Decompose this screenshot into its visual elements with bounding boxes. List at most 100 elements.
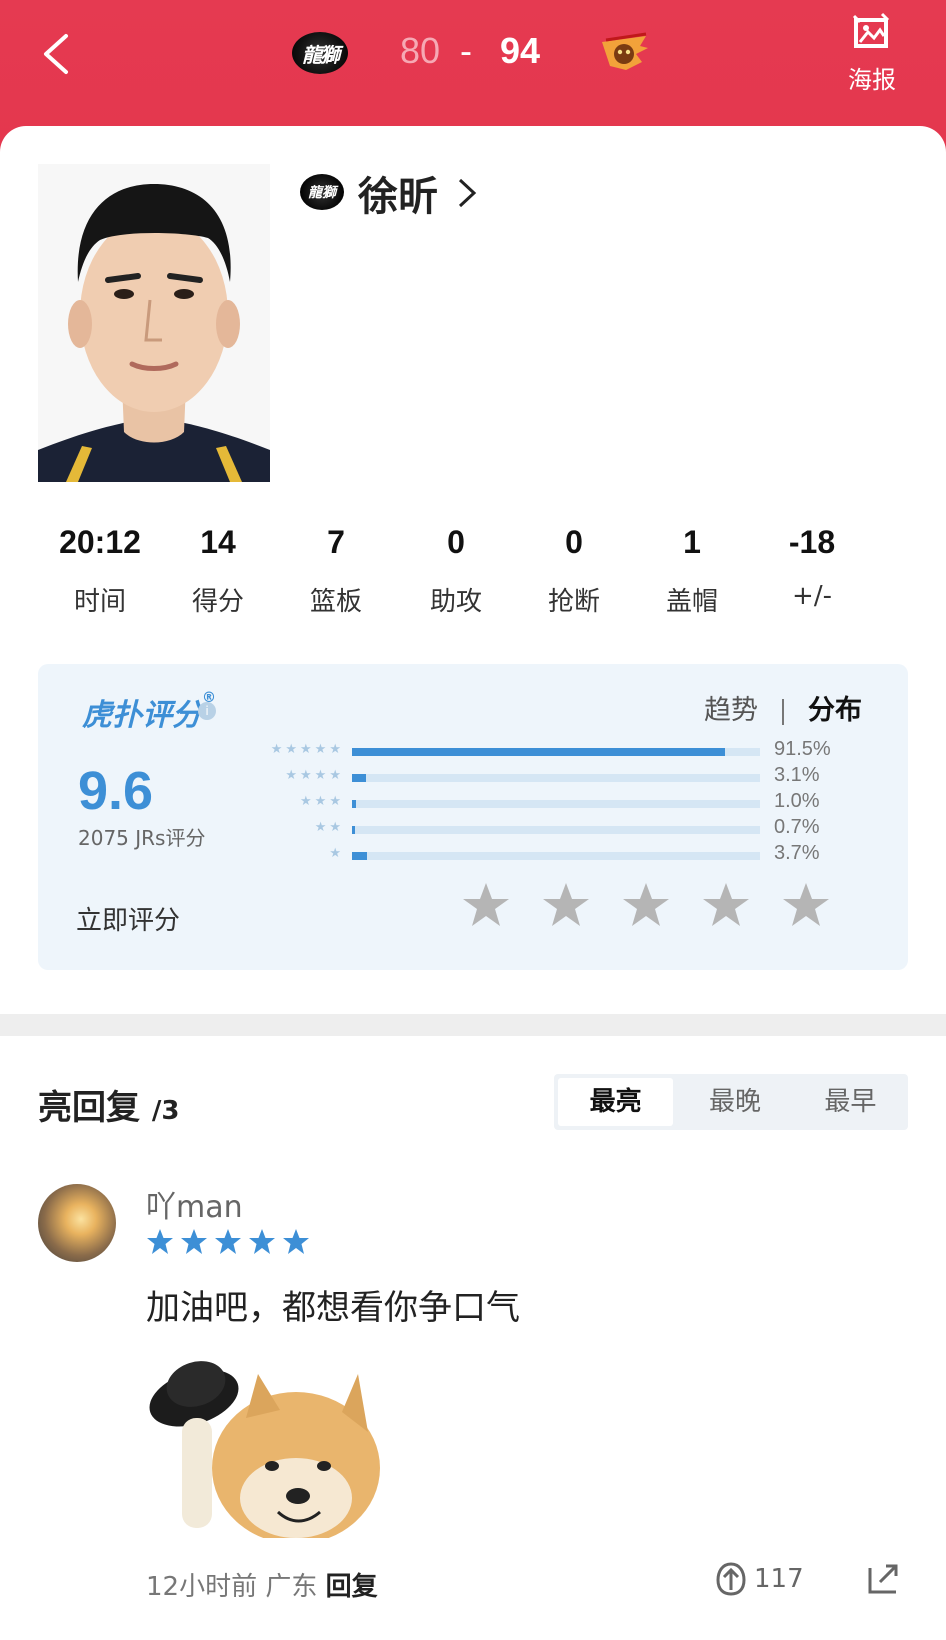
distribution-row: ★★★ 1.0%: [244, 790, 884, 814]
rating-count: 2075 JRs评分: [78, 826, 206, 850]
distribution-bar-track: [352, 852, 760, 860]
distribution-bar-fill: [352, 800, 357, 808]
chevron-right-icon[interactable]: [454, 176, 478, 210]
distribution-row: ★★★★★ 91.5%: [244, 738, 884, 762]
star-icon: [215, 1229, 241, 1254]
stat-assists: 0 助攻: [394, 524, 518, 618]
sticker-image[interactable]: [146, 1348, 400, 1538]
distribution-percent: 1.0%: [774, 790, 820, 812]
section-divider: [0, 1014, 946, 1036]
stat-label: 时间: [73, 587, 126, 617]
distribution-stars: ★★: [314, 820, 344, 835]
stat-label: 得分: [191, 587, 244, 617]
distribution-percent: 3.7%: [774, 842, 820, 864]
distribution-row: ★★★★ 3.1%: [244, 764, 884, 788]
stat-value: 20:12: [59, 524, 141, 560]
rate-star-icon[interactable]: [460, 880, 512, 932]
away-team-logo[interactable]: [596, 32, 654, 74]
rating-brand-logo: 虎扑评分®: [82, 690, 216, 733]
distribution-bar-track: [352, 826, 760, 834]
distribution-row: ★ 3.7%: [244, 842, 884, 866]
home-team-logo[interactable]: 龍獅: [292, 32, 348, 74]
star-icon: [181, 1229, 207, 1254]
avatar[interactable]: [38, 1184, 116, 1262]
stat-steals: 0 抢断: [512, 524, 636, 618]
distribution-percent: 91.5%: [774, 738, 831, 760]
distribution-bar-track: [352, 774, 760, 782]
stat-label: +/-: [792, 581, 832, 611]
stat-value: 14: [200, 524, 236, 560]
replies-title: 亮回复 /3: [38, 1088, 180, 1128]
rate-now-label: 立即评分: [76, 906, 181, 936]
tab-latest[interactable]: 最晚: [677, 1074, 792, 1130]
stat-label: 抢断: [547, 587, 600, 617]
player-name[interactable]: 徐昕: [358, 164, 438, 222]
stat-value: 0: [565, 524, 583, 560]
comment-meta: 12小时前 广东 回复: [146, 1566, 378, 1603]
away-score: 94: [500, 30, 541, 71]
upvote-icon: [716, 1562, 746, 1596]
replies-count: /3: [151, 1096, 180, 1126]
stat-rebounds: 7 篮板: [274, 524, 398, 618]
stat-label: 篮板: [309, 587, 362, 617]
tab-earliest[interactable]: 最早: [793, 1074, 908, 1130]
distribution-percent: 0.7%: [774, 816, 820, 838]
distribution-stars: ★: [329, 846, 344, 861]
share-icon[interactable]: [866, 1560, 902, 1596]
info-icon[interactable]: i: [198, 702, 216, 720]
stat-line: 20:12 时间 14 得分 7 篮板 0 助攻 0 抢断 1 盖帽 -18 +…: [38, 524, 908, 634]
stat-value: 0: [447, 524, 465, 560]
player-photo: [38, 164, 270, 482]
comment-time: 12小时前: [146, 1572, 258, 1602]
stat-label: 助攻: [429, 587, 482, 617]
comment-text: 加油吧，都想看你争口气: [146, 1288, 520, 1328]
rate-star-icon[interactable]: [540, 880, 592, 932]
poster-image-icon: [852, 12, 890, 48]
distribution-bar-fill: [352, 774, 366, 782]
stat-value: -18: [788, 524, 836, 560]
score-separator: -: [460, 30, 472, 71]
home-score: 80: [400, 30, 441, 71]
distribution-stars: ★★★: [300, 794, 344, 809]
distribution-stars: ★★★★★: [270, 742, 344, 757]
rate-star-input[interactable]: [460, 880, 832, 932]
back-arrow-icon[interactable]: [36, 30, 76, 78]
stat-value: 1: [683, 524, 701, 560]
comment-username[interactable]: 吖man: [146, 1182, 243, 1226]
rate-star-icon[interactable]: [780, 880, 832, 932]
star-icon: [283, 1229, 309, 1254]
stat-value: 7: [327, 524, 345, 560]
distribution-percent: 3.1%: [774, 764, 820, 786]
stat-label: 盖帽: [665, 587, 718, 617]
tab-distribution[interactable]: 分布: [808, 695, 862, 726]
star-icon: [147, 1229, 173, 1254]
comment-location: 广东: [265, 1572, 318, 1602]
distribution-bar-fill: [352, 852, 368, 860]
distribution-bar-track: [352, 748, 760, 756]
poster-button[interactable]: 海报: [836, 12, 908, 96]
stat-blocks: 1 盖帽: [630, 524, 754, 618]
star-icon: [249, 1229, 275, 1254]
user-rating-stars: [146, 1228, 310, 1256]
player-card: 龍獅 徐昕 20:12 时间 14 得分 7 篮板 0 助攻 0 抢断 1 盖帽: [0, 126, 946, 1014]
rating-panel: 虎扑评分® i 趋势 分布 9.6 2075 JRs评分 ★★★★★ 91.5% ★★…: [38, 664, 908, 970]
stat-plus-minus: -18 +/-: [750, 524, 874, 611]
tab-hottest[interactable]: 最亮: [558, 1078, 674, 1126]
tab-trend[interactable]: 趋势: [704, 695, 758, 726]
reply-button[interactable]: 回复: [326, 1572, 378, 1602]
rate-star-icon[interactable]: [700, 880, 752, 932]
distribution-row: ★★ 0.7%: [244, 816, 884, 840]
distribution-bar-fill: [352, 748, 726, 756]
rate-star-icon[interactable]: [620, 880, 672, 932]
stat-points: 14 得分: [156, 524, 280, 618]
rating-view-toggle: 趋势 分布: [704, 688, 862, 727]
sort-tabs: 最亮 最晚 最早: [554, 1074, 908, 1130]
distribution-stars: ★★★★: [285, 768, 344, 783]
distribution-bar-track: [352, 800, 760, 808]
distribution-bar-fill: [352, 826, 355, 834]
rating-score: 9.6: [78, 761, 154, 821]
replies-section: 亮回复 /3 最亮 最晚 最早 吖man 加油吧，都想看你争口气 12小时前 广…: [0, 1036, 946, 1640]
like-button[interactable]: 117: [714, 1560, 804, 1598]
stat-minutes: 20:12 时间: [38, 524, 162, 618]
player-team-logo: 龍獅: [300, 174, 344, 210]
